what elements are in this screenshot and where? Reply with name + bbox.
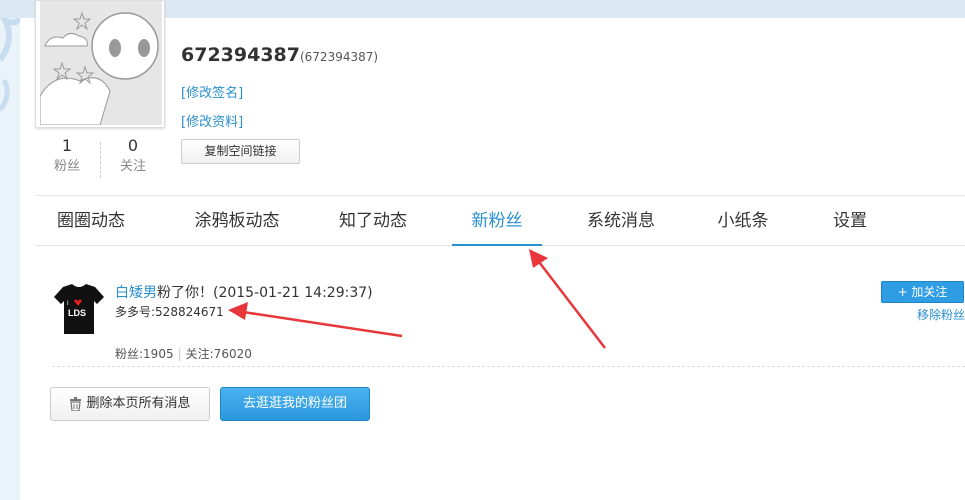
fan-id: 多多号:528824671: [115, 305, 224, 319]
trash-icon: [70, 396, 82, 411]
fan-avatar-text: LDS: [68, 308, 86, 318]
entry-divider: [52, 366, 965, 367]
visit-fan-club-button[interactable]: 去逛逛我的粉丝团: [220, 387, 370, 421]
remove-fan-link[interactable]: 移除粉丝: [917, 306, 965, 323]
fan-fans-count: 粉丝:1905: [115, 347, 174, 361]
follow-button[interactable]: + 加关注: [881, 281, 964, 303]
count-divider: [100, 142, 101, 178]
user-id-paren: (672394387): [299, 50, 379, 64]
tab-bar: 圈圈动态 涂鸦板动态 知了动态 新粉丝 系统消息 小纸条 设置: [36, 195, 965, 246]
fan-stats: 粉丝:1905 | 关注:76020: [115, 345, 252, 362]
tab-settings[interactable]: 设置: [821, 196, 879, 246]
delete-all-messages-button[interactable]: 删除本页所有消息: [50, 387, 210, 421]
following-count-label: 关注: [119, 159, 146, 174]
fans-count-label: 粉丝: [53, 159, 80, 174]
fan-following-count: 关注:76020: [185, 347, 252, 361]
fan-name-link[interactable]: 白矮男: [115, 285, 157, 301]
tab-doodle-feed[interactable]: 涂鸦板动态: [176, 196, 298, 246]
edit-profile-link[interactable]: [修改资料]: [181, 111, 243, 130]
delete-all-label: 删除本页所有消息: [86, 396, 191, 411]
fan-action-text: 粉了你！: [157, 285, 213, 301]
tab-notes[interactable]: 小纸条: [706, 196, 780, 246]
fans-count-value: 1: [61, 136, 73, 155]
fan-time: (2015-01-21 14:29:37): [213, 285, 373, 301]
user-avatar[interactable]: [35, 0, 165, 128]
fan-notice: 白矮男粉了你！(2015-01-21 14:29:37): [115, 282, 373, 302]
stat-separator: |: [177, 347, 182, 361]
user-id: 672394387(672394387): [181, 44, 378, 66]
edit-signature-link[interactable]: [修改签名]: [181, 82, 243, 101]
fan-avatar[interactable]: I LDS: [53, 283, 105, 335]
copy-space-link-button[interactable]: 复制空间链接: [181, 139, 300, 164]
fans-count[interactable]: 1 粉丝: [36, 136, 98, 178]
profile-counts: 1 粉丝 0 关注: [36, 136, 166, 180]
tab-system-messages[interactable]: 系统消息: [576, 196, 666, 246]
tab-circle-feed[interactable]: 圈圈动态: [36, 196, 146, 246]
user-id-value: 672394387: [181, 44, 300, 66]
following-count-value: 0: [127, 136, 139, 155]
following-count[interactable]: 0 关注: [102, 136, 164, 178]
tab-new-fans[interactable]: 新粉丝: [452, 196, 542, 246]
default-avatar-icon: [40, 1, 162, 125]
tab-zhiliao-feed[interactable]: 知了动态: [328, 196, 418, 246]
